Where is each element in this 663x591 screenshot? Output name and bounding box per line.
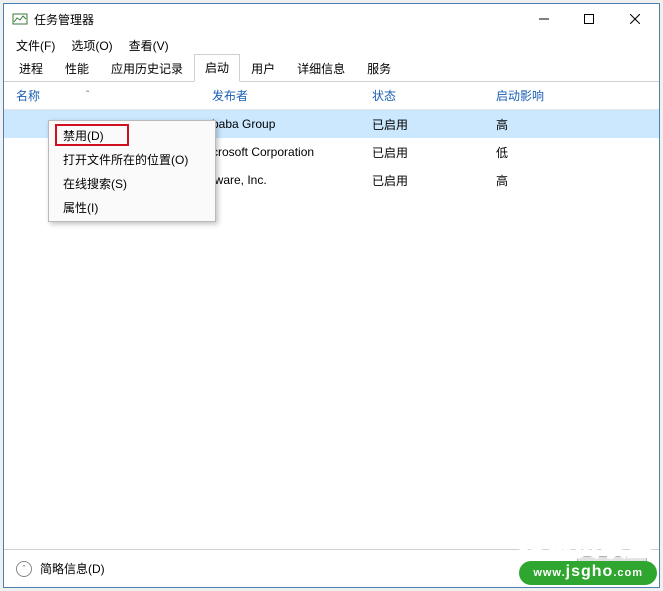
menu-view[interactable]: 查看(V) (121, 35, 177, 56)
minimize-button[interactable] (521, 4, 566, 34)
task-manager-window: 任务管理器 文件(F) 选项(O) 查看(V) 进程 性能 应用历史记录 启动 … (3, 3, 660, 588)
cell-publisher: baba Group (212, 117, 372, 131)
sort-arrow-icon: ˆ (86, 90, 89, 101)
cell-publisher: crosoft Corporation (212, 145, 372, 159)
header-status[interactable]: 状态 (372, 87, 496, 104)
ctx-properties[interactable]: 属性(I) (51, 195, 213, 219)
menu-options[interactable]: 选项(O) (63, 35, 120, 56)
tabs: 进程 性能 应用历史记录 启动 用户 详细信息 服务 (4, 56, 659, 82)
context-menu: 禁用(D) 打开文件所在的位置(O) 在线搜索(S) 属性(I) (48, 120, 216, 222)
tab-users[interactable]: 用户 (240, 55, 286, 82)
chevron-up-icon[interactable]: ˆ (16, 561, 32, 577)
menu-file[interactable]: 文件(F) (8, 35, 63, 56)
header-name[interactable]: 名称 ˆ (4, 87, 212, 104)
cell-status: 已启用 (372, 116, 496, 133)
cell-impact: 高 (496, 172, 659, 189)
footer: ˆ 简略信息(D) 禁用(A) (4, 549, 659, 587)
cell-impact: 高 (496, 116, 659, 133)
window-controls (521, 4, 659, 34)
tab-performance[interactable]: 性能 (54, 55, 100, 82)
cell-impact: 低 (496, 144, 659, 161)
header-name-label: 名称 (16, 87, 40, 104)
tab-details[interactable]: 详细信息 (286, 55, 356, 82)
menubar: 文件(F) 选项(O) 查看(V) (4, 34, 659, 56)
maximize-button[interactable] (566, 4, 611, 34)
titlebar[interactable]: 任务管理器 (4, 4, 659, 34)
ctx-search-online[interactable]: 在线搜索(S) (51, 171, 213, 195)
app-icon (12, 11, 28, 27)
window-title: 任务管理器 (34, 11, 521, 28)
close-button[interactable] (611, 4, 659, 34)
tab-processes[interactable]: 进程 (8, 55, 54, 82)
cell-publisher: lware, Inc. (212, 173, 372, 187)
header-publisher[interactable]: 发布者 (212, 87, 372, 104)
ctx-open-location[interactable]: 打开文件所在的位置(O) (51, 147, 213, 171)
header-impact[interactable]: 启动影响 (496, 87, 659, 104)
footer-disable-button[interactable]: 禁用(A) (577, 556, 647, 581)
tab-services[interactable]: 服务 (356, 55, 402, 82)
tab-app-history[interactable]: 应用历史记录 (100, 55, 194, 82)
column-headers: 名称 ˆ 发布者 状态 启动影响 (4, 82, 659, 110)
ctx-disable[interactable]: 禁用(D) (51, 123, 213, 147)
cell-status: 已启用 (372, 172, 496, 189)
footer-brief[interactable]: 简略信息(D) (40, 560, 105, 577)
tab-startup[interactable]: 启动 (194, 54, 240, 82)
cell-status: 已启用 (372, 144, 496, 161)
